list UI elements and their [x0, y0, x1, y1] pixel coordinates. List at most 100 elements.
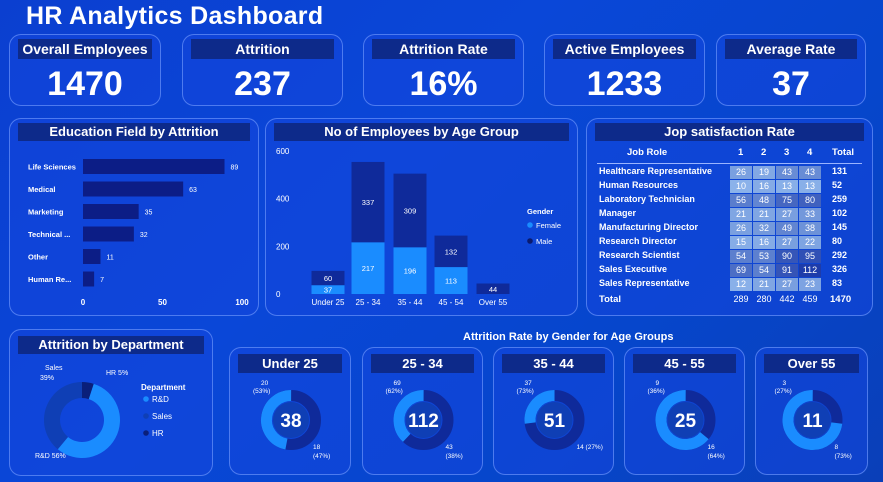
job-score-cell: 16	[753, 236, 775, 249]
job-score-cell: 48	[753, 194, 775, 207]
kpi-card-average-rate[interactable]: Average Rate 37	[716, 34, 866, 106]
job-score-cell: 26	[730, 222, 752, 235]
edu-bar[interactable]	[83, 181, 184, 197]
job-row-total: 52	[832, 180, 843, 190]
job-satisfaction-card[interactable]: Jop satisfaction Rate Job Role 1 2 3 4 Total H…	[586, 118, 873, 316]
age-label-male: 132	[445, 247, 458, 256]
edu-category-label: Technical ...	[28, 230, 70, 239]
job-score-cell: 43	[799, 166, 821, 179]
job-row-total: 131	[832, 166, 848, 176]
job-score-cell: 15	[730, 236, 752, 249]
donut-label-b-value: 8	[835, 444, 839, 451]
gender-age-donut: 51 37(73%) 14 (27%)	[517, 380, 603, 451]
job-total-cell: 459	[802, 294, 818, 304]
age-label-male: 44	[489, 285, 497, 294]
job-role-name: Research Director	[599, 236, 677, 246]
job-row-total: 102	[832, 208, 848, 218]
donut-label-a-value: 9	[656, 380, 660, 387]
edu-category-label: Medical	[28, 185, 56, 194]
job-role-name: Manager	[599, 208, 637, 218]
job-role-name: Sales Representative	[599, 278, 690, 288]
kpi-card-attrition-rate[interactable]: Attrition Rate 16%	[363, 34, 524, 106]
department-donut-chart: Sales 39% HR 5% R&D 56% Department R&D Sales HR	[35, 365, 186, 460]
kpi-value: 1233	[586, 65, 663, 103]
donut-label-b-value: 16	[708, 444, 716, 451]
gender-age-card[interactable]: Under 25 38 20 (53%) 18 (47%)	[229, 347, 351, 475]
job-score-cell: 32	[753, 222, 775, 235]
dept-legend-item[interactable]: Sales	[152, 412, 172, 421]
kpi-label: Active Employees	[553, 39, 696, 59]
age-y-tick: 0	[276, 290, 281, 299]
donut-label-b-value: 43	[446, 444, 454, 451]
job-score-cell: 75	[776, 194, 798, 207]
dept-legend-title: Department	[141, 383, 186, 392]
dept-legend-item[interactable]: HR	[152, 429, 164, 438]
kpi-card-overall-employees[interactable]: Overall Employees 1470	[9, 34, 161, 106]
dept-legend-dot	[143, 396, 149, 402]
donut-total: 11	[802, 411, 823, 432]
job-score-cell: 21	[753, 208, 775, 221]
edu-bar[interactable]	[83, 159, 225, 174]
age-category-label: 35 - 44	[398, 298, 423, 307]
age-y-tick: 400	[276, 195, 290, 204]
job-row-total: 326	[832, 264, 848, 274]
job-header-role: Job Role	[627, 147, 668, 158]
education-field-card[interactable]: Education Field by Attrition Life Scienc…	[9, 118, 259, 316]
age-group-card[interactable]: No of Employees by Age Group 600 400 200 0 3…	[265, 118, 578, 316]
job-role-name: Manufacturing Director	[599, 222, 699, 232]
edu-bar[interactable]	[83, 204, 139, 219]
age-legend-male[interactable]: Male	[536, 237, 552, 246]
age-label-female: 113	[445, 277, 457, 286]
job-role-name: Healthcare Representative	[599, 166, 713, 176]
edu-data-label: 11	[106, 255, 113, 262]
donut-label-a-pct: (53%)	[253, 388, 270, 395]
age-category-label: Under 25	[312, 298, 345, 307]
edu-category-label: Human Re...	[28, 275, 71, 284]
donut-label-b-pct: (38%)	[446, 453, 463, 460]
gender-age-card[interactable]: 45 - 55 25 9 (36%) 16 (64%)	[624, 347, 745, 475]
edu-bar[interactable]	[83, 271, 95, 287]
department-card[interactable]: Attrition by Department Sales 39% HR 5% R&D…	[9, 329, 213, 476]
job-score-cell: 13	[776, 180, 798, 193]
edu-data-label: 7	[100, 277, 104, 284]
dept-legend-dot	[143, 413, 149, 419]
edu-tick-label: 50	[158, 298, 167, 307]
gender-age-card[interactable]: Over 55 11 3 (27%) 8 (73%)	[755, 347, 868, 475]
dept-label-hr: HR 5%	[106, 370, 128, 377]
dept-legend-item[interactable]: R&D	[152, 395, 169, 404]
job-score-cell: 33	[799, 208, 821, 221]
donut-label-a-value: 20	[261, 380, 269, 387]
job-score-cell: 21	[753, 278, 775, 291]
job-score-cell: 43	[776, 166, 798, 179]
job-row-total: 80	[832, 236, 843, 246]
job-score-cell: 10	[730, 180, 752, 193]
job-role-name: Laboratory Technician	[599, 194, 695, 204]
job-score-cell: 19	[753, 166, 775, 179]
gender-age-donut: 112 69(62%) 43 (38%)	[386, 380, 463, 460]
kpi-card-active-employees[interactable]: Active Employees 1233	[544, 34, 705, 106]
edu-tick-label: 100	[235, 298, 249, 307]
age-category-label: Over 55	[479, 298, 508, 307]
edu-bar[interactable]	[83, 249, 101, 264]
edu-bar[interactable]	[83, 226, 134, 242]
job-score-cell: 27	[776, 208, 798, 221]
donut-label-a-pct: (62%)	[386, 388, 403, 395]
gender-age-card[interactable]: 25 - 34 112 69 (62%) 43 (38%)	[362, 347, 483, 475]
donut-total: 112	[408, 411, 439, 432]
age-legend-female[interactable]: Female	[536, 221, 561, 230]
kpi-card-attrition[interactable]: Attrition 237	[182, 34, 343, 106]
dept-label-sales-pct: 39%	[40, 375, 54, 382]
donut-label-a-value: 69	[394, 380, 402, 387]
edu-category-label: Other	[28, 253, 48, 262]
donut-label-a-pct: (36%)	[648, 388, 665, 395]
gender-age-card[interactable]: 35 - 44 51 37 (73%) 14 (27%)	[493, 347, 614, 475]
age-label-female: 196	[404, 267, 417, 276]
donut-label-b-pct: (73%)	[835, 453, 852, 460]
job-satisfaction-table: Job Role 1 2 3 4 Total Healthcare Representati…	[587, 119, 874, 317]
age-category-label: 45 - 54	[439, 298, 464, 307]
kpi-value: 237	[234, 65, 291, 103]
job-row-total: 259	[832, 194, 848, 204]
kpi-label: Average Rate	[725, 39, 857, 59]
job-header-score: 4	[807, 147, 813, 158]
dept-slice[interactable]	[44, 382, 82, 450]
